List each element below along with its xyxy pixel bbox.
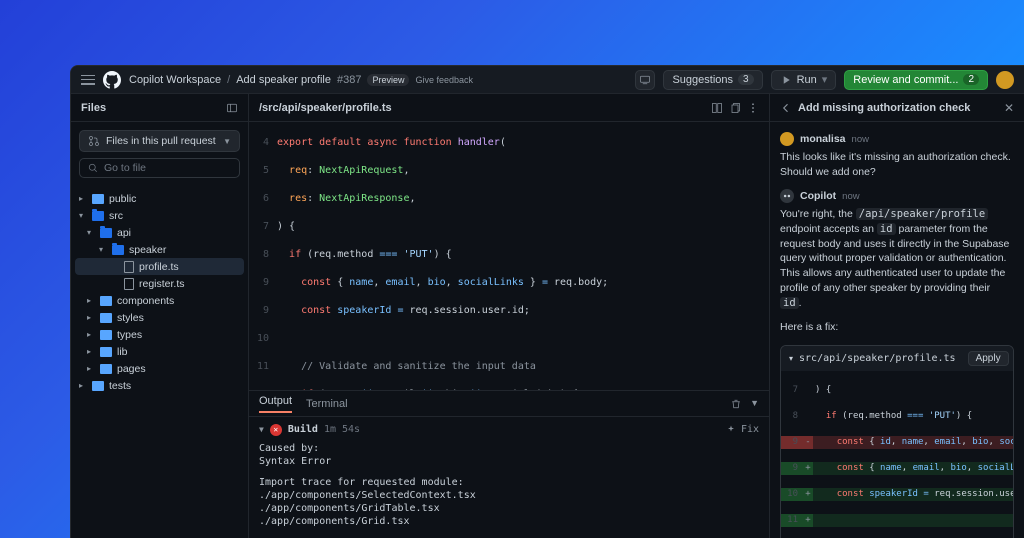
suggestions-count: 3 [738, 74, 754, 85]
author-name: Copilot [800, 190, 836, 202]
close-icon[interactable]: ✕ [1004, 101, 1014, 115]
apply-button[interactable]: Apply [968, 351, 1009, 366]
panel-icon[interactable] [226, 102, 238, 114]
breadcrumb: Copilot Workspace / Add speaker profile … [129, 74, 473, 86]
bot-message-fix: Here is a fix: [780, 320, 1014, 335]
preview-badge: Preview [367, 74, 409, 86]
review-count: 2 [963, 74, 979, 85]
user-avatar[interactable] [996, 71, 1014, 89]
tree-folder-public[interactable]: ▸public [75, 190, 244, 207]
fix-button[interactable]: Fix [725, 423, 759, 436]
bot-message: You're right, the /api/speaker/profile e… [780, 207, 1014, 310]
sparkle-icon [725, 424, 737, 436]
trash-icon[interactable] [730, 398, 742, 410]
tree-folder-types[interactable]: ▸types [75, 326, 244, 343]
tree-file-register[interactable]: register.ts [75, 275, 244, 292]
file-search-input[interactable]: Go to file [79, 158, 240, 178]
tree-folder-styles[interactable]: ▸styles [75, 309, 244, 326]
chevron-down-icon[interactable]: ▼ [750, 398, 759, 410]
kebab-icon[interactable] [747, 102, 759, 114]
pull-request-icon [88, 135, 100, 147]
timestamp: now [842, 191, 859, 202]
chevron-down-icon[interactable] [789, 353, 793, 364]
panel-title: Add missing authorization check [798, 102, 998, 114]
task-number: #387 [337, 74, 361, 86]
files-heading: Files [81, 102, 106, 114]
copy-icon[interactable] [729, 102, 741, 114]
build-label: Build [288, 423, 318, 436]
run-button[interactable]: Run ▾ [771, 70, 837, 90]
user-message: This looks like it's missing an authoriz… [780, 150, 1014, 179]
chevron-down-icon[interactable]: ▼ [259, 423, 264, 436]
author-name: monalisa [800, 133, 846, 145]
search-icon [87, 162, 99, 174]
tree-file-profile[interactable]: profile.ts [75, 258, 244, 275]
timestamp: now [852, 134, 869, 145]
tab-terminal[interactable]: Terminal [306, 398, 348, 410]
tree-folder-lib[interactable]: ▸lib [75, 343, 244, 360]
tree-folder-src[interactable]: ▾src [75, 207, 244, 224]
diff-suggestion: src/api/speaker/profile.ts Apply 7) { 8 … [780, 345, 1014, 538]
back-arrow-icon[interactable] [780, 102, 792, 114]
tree-folder-speaker[interactable]: ▾speaker [75, 241, 244, 258]
task-name[interactable]: Add speaker profile [236, 74, 331, 86]
editor-file-path: /src/api/speaker/profile.ts [259, 102, 392, 114]
diff-filename: src/api/speaker/profile.ts [799, 353, 956, 364]
suggestions-button[interactable]: Suggestions 3 [663, 70, 762, 90]
github-logo-icon [103, 71, 121, 89]
tree-folder-tests[interactable]: ▸tests [75, 377, 244, 394]
file-filter-dropdown[interactable]: Files in this pull request ▼ [79, 130, 240, 152]
review-commit-button[interactable]: Review and commit... 2 [844, 70, 988, 90]
diff-icon[interactable] [711, 102, 723, 114]
user-avatar-small [780, 132, 794, 146]
build-fail-icon: ✕ [270, 424, 282, 436]
tree-folder-pages[interactable]: ▸pages [75, 360, 244, 377]
tree-folder-api[interactable]: ▾api [75, 224, 244, 241]
monitor-icon[interactable] [635, 70, 655, 90]
feedback-link[interactable]: Give feedback [415, 75, 473, 85]
tree-folder-components[interactable]: ▸components [75, 292, 244, 309]
code-editor[interactable]: 4export default async function handler( … [249, 122, 769, 390]
chevron-down-icon: ▼ [223, 137, 231, 146]
build-time: 1m 54s [324, 423, 360, 436]
hamburger-icon[interactable] [81, 75, 95, 85]
terminal-output: ▼ ✕ Build 1m 54s Fix Caused by: Syntax E… [249, 417, 769, 538]
workspace-name[interactable]: Copilot Workspace [129, 74, 221, 86]
copilot-avatar-icon [780, 189, 794, 203]
tab-output[interactable]: Output [259, 395, 292, 413]
